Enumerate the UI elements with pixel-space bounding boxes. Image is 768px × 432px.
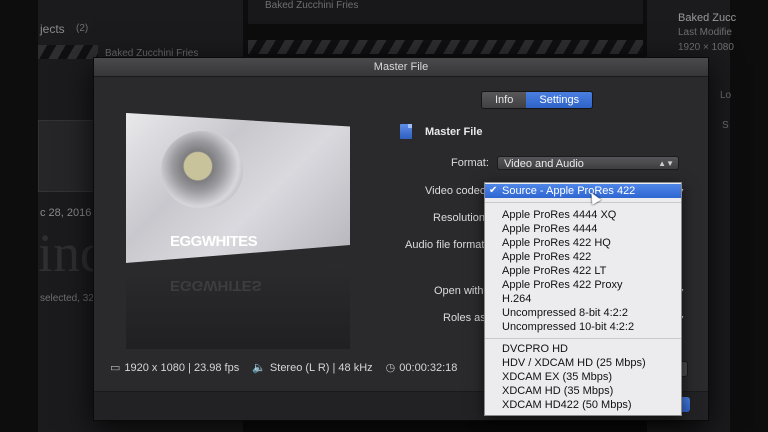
info-resolution: 1920 x 1080	[124, 361, 185, 374]
info-sample-rate: 48 kHz	[338, 361, 373, 374]
dialog-title: Master File	[94, 58, 708, 77]
menu-item[interactable]: Apple ProRes 4444 XQ	[485, 208, 681, 222]
bg-clapper	[38, 45, 98, 59]
menu-item[interactable]: Apple ProRes 422 HQ	[485, 236, 681, 250]
format-label: Format:	[451, 157, 489, 169]
menu-item-label: Source - Apple ProRes 422	[502, 185, 636, 197]
checkmark-icon: ✔	[489, 185, 498, 196]
menu-item[interactable]: Apple ProRes 422 Proxy	[485, 278, 681, 292]
tab-settings[interactable]: Settings	[526, 92, 593, 108]
settings-heading: Master File	[425, 126, 483, 138]
bg-projects-count: (2)	[76, 23, 89, 34]
resolution-label: Resolution	[433, 212, 485, 224]
tab-switcher: Info Settings	[481, 91, 594, 109]
menu-item[interactable]: XDCAM HD (35 Mbps)	[485, 384, 681, 398]
menu-item[interactable]: DVCPRO HD	[485, 342, 681, 356]
menu-item[interactable]: Apple ProRes 4444	[485, 222, 681, 236]
menu-item-source[interactable]: ✔ Source - Apple ProRes 422	[485, 184, 681, 198]
menu-item[interactable]: XDCAM EX (35 Mbps)	[485, 370, 681, 384]
video-codec-label: Video codec	[425, 185, 486, 197]
menu-item[interactable]: HDV / XDCAM HD (25 Mbps)	[485, 356, 681, 370]
bowl-image	[161, 131, 243, 209]
bg-inspector-title: Baked Zucc	[678, 12, 737, 24]
bg-inspector-dims: 1920 × 1080	[678, 42, 734, 53]
bg-inspector-subtitle: Last Modifie	[678, 27, 732, 38]
media-info-bar: ▭ 1920 x 1080 | 23.98 fps 🔈 Stereo (L R)…	[110, 361, 458, 375]
speaker-icon: 🔈	[252, 362, 266, 374]
clock-icon: ◷	[385, 362, 396, 374]
audio-format-label: Audio file format	[405, 239, 485, 251]
bg-clapper-center	[248, 40, 643, 54]
tab-info[interactable]: Info	[482, 92, 527, 108]
preview-title: EGGWHITES	[170, 233, 258, 250]
film-icon: ▭	[110, 362, 121, 374]
updown-arrows-icon: ▲▼	[658, 159, 674, 168]
menu-item[interactable]: H.264	[485, 292, 681, 306]
menu-item[interactable]: Apple ProRes 422 LT	[485, 264, 681, 278]
video-preview: EGGWHITES	[126, 113, 350, 263]
menu-separator	[485, 202, 681, 203]
format-value: Video and Audio	[504, 158, 584, 170]
menu-separator	[485, 338, 681, 339]
reflection-text: EGGWHITES	[170, 277, 262, 294]
bg-projects-title: jects	[40, 22, 65, 36]
info-audio: Stereo (L R)	[269, 361, 330, 374]
format-popup[interactable]: Video and Audio ▲▼	[497, 156, 679, 170]
open-with-label: Open with	[434, 285, 484, 297]
bg-date: c 28, 2016	[40, 207, 92, 219]
roles-label: Roles as	[443, 312, 486, 324]
video-codec-menu: ✔ Source - Apple ProRes 422 Apple ProRes…	[484, 182, 682, 416]
menu-item[interactable]: Uncompressed 8-bit 4:2:2	[485, 306, 681, 320]
document-icon	[400, 124, 412, 139]
menu-item[interactable]: Apple ProRes 422	[485, 250, 681, 264]
bg-inspector-lo: Lo	[720, 90, 732, 101]
bg-inspector-s: S	[722, 120, 729, 131]
menu-item[interactable]: XDCAM HD422 (50 Mbps)	[485, 398, 681, 412]
info-duration: 00:00:32:18	[399, 361, 458, 374]
info-fps: 23.98 fps	[193, 361, 240, 374]
bg-thumbnail	[38, 120, 96, 192]
menu-item[interactable]: Uncompressed 10-bit 4:2:2	[485, 320, 681, 334]
bg-status: selected, 32	[40, 293, 94, 304]
bg-center-title: Baked Zucchini Fries	[265, 0, 359, 11]
preview-reflection: EGGWHITES	[126, 263, 350, 349]
